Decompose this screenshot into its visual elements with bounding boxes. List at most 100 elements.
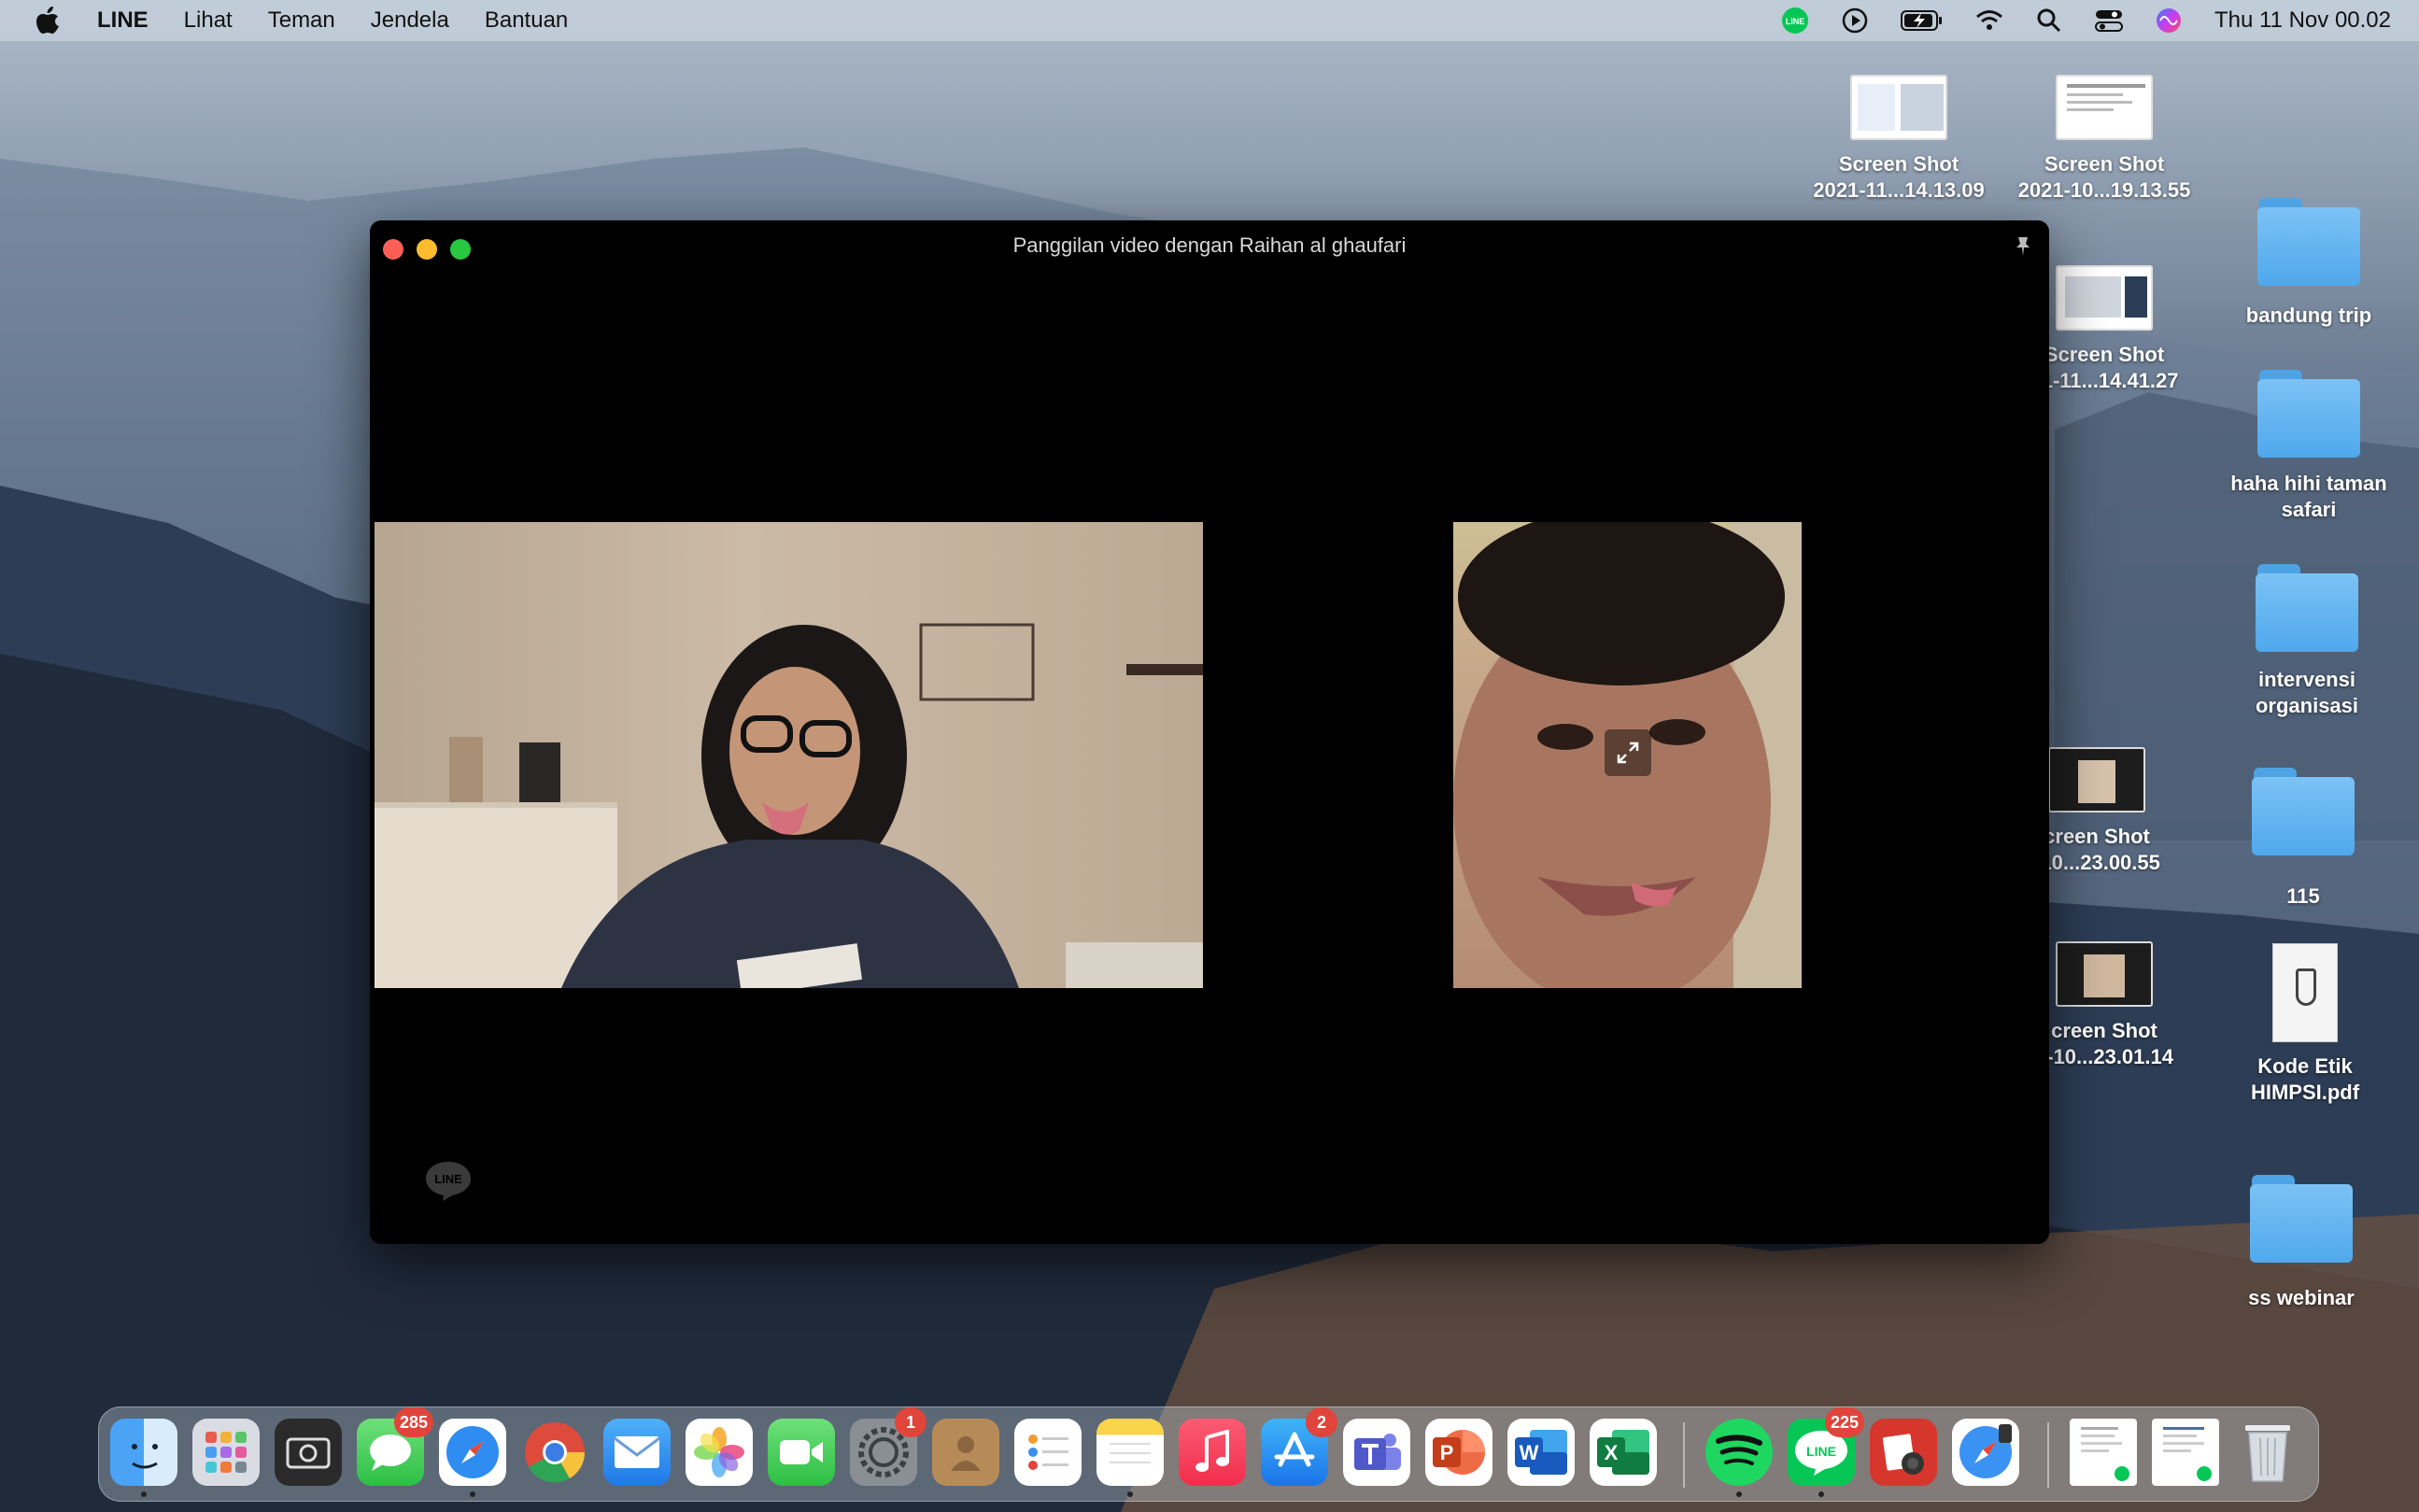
dock-mail[interactable] — [603, 1419, 671, 1486]
desktop-item-label: Kode Etik — [2257, 1054, 2353, 1078]
trash-icon — [2245, 1425, 2290, 1482]
spotify-icon — [1716, 1434, 1762, 1465]
dock-separator — [2047, 1422, 2049, 1488]
remote-video-frame — [375, 623, 1203, 988]
desktop-item-label: bandung trip — [2245, 304, 2372, 327]
dock-line[interactable]: LINE 225 — [1788, 1407, 1864, 1497]
dock-facetime[interactable] — [768, 1419, 835, 1486]
pin-icon[interactable] — [2014, 235, 2032, 258]
battery-icon[interactable] — [1900, 7, 1944, 35]
screenshot-thumbnail — [2056, 265, 2153, 331]
checklist-icon — [1028, 1434, 1068, 1470]
pdf-file-icon — [2272, 943, 2338, 1042]
line-logo-icon: LINE — [426, 1162, 471, 1201]
desktop-item-label: ss webinar — [2248, 1286, 2355, 1309]
dock-photo-booth[interactable] — [1870, 1419, 1937, 1486]
dock-trash[interactable] — [2234, 1419, 2301, 1486]
desktop-folder-haha-hihi[interactable]: haha hihi taman safari — [2206, 370, 2412, 523]
line-status-icon[interactable]: LINE — [1781, 7, 1809, 35]
menu-jendela[interactable]: Jendela — [371, 7, 449, 34]
excel-letter: X — [1605, 1441, 1619, 1464]
desktop-pdf-kode-etik[interactable]: Kode Etik HIMPSI.pdf — [2202, 943, 2408, 1106]
desktop-screenshot-2[interactable]: Screen Shot 2021-10...19.13.55 — [2002, 75, 2207, 204]
folder-icon — [2257, 370, 2360, 458]
folder-icon — [2256, 564, 2358, 652]
menu-bar: LINE Lihat Teman Jendela Bantuan LINE Th… — [0, 0, 2419, 41]
screenshot-thumbnail — [1850, 75, 1947, 140]
dock-launchpad[interactable] — [192, 1419, 260, 1486]
dock-contacts[interactable] — [932, 1419, 999, 1486]
window-title: Panggilan video dengan Raihan al ghaufar… — [1012, 233, 1407, 257]
spotlight-search-icon[interactable] — [2035, 7, 2063, 35]
dock-document-1[interactable] — [2070, 1419, 2137, 1486]
self-video-feed[interactable] — [1453, 522, 1802, 988]
dock-safari-tech-preview[interactable] — [1952, 1419, 2019, 1486]
powerpoint-icon: P — [1433, 1430, 1485, 1475]
window-titlebar[interactable]: Panggilan video dengan Raihan al ghaufar… — [370, 220, 2049, 273]
desktop-folder-ss-webinar[interactable]: ss webinar — [2199, 1175, 2404, 1311]
system-prefs-badge: 1 — [895, 1407, 927, 1437]
dock-chrome[interactable] — [521, 1419, 588, 1486]
desktop-folder-115[interactable]: 115 — [2200, 768, 2406, 910]
siri-icon[interactable] — [2155, 7, 2183, 35]
dock-photos[interactable] — [686, 1419, 753, 1486]
dock-messages[interactable]: 285 — [357, 1407, 433, 1486]
menu-bantuan[interactable]: Bantuan — [485, 7, 568, 34]
dock-notes[interactable] — [1096, 1419, 1164, 1497]
photos-flower-icon — [694, 1427, 744, 1477]
apple-menu-icon[interactable] — [35, 7, 60, 35]
expand-video-button[interactable] — [1605, 729, 1651, 776]
desktop-folder-bandung-trip[interactable]: bandung trip — [2206, 198, 2412, 329]
line-badge: 225 — [1824, 1407, 1864, 1437]
dock-finder[interactable] — [110, 1419, 177, 1497]
app-store-icon — [1274, 1432, 1315, 1467]
notes-lines-icon — [1110, 1443, 1151, 1463]
screenshot-thumbnail — [2048, 747, 2145, 813]
word-letter: W — [1520, 1441, 1539, 1464]
dock-music[interactable] — [1179, 1419, 1246, 1486]
camera-icon — [286, 1437, 331, 1469]
dock-reminders[interactable] — [1014, 1419, 1082, 1486]
dock-system-preferences[interactable]: 1 — [850, 1407, 927, 1486]
word-icon: W — [1515, 1430, 1567, 1475]
dock: 285 1 2 P W X LINE 225 — [98, 1406, 2319, 1502]
dock-spotify[interactable] — [1705, 1419, 1773, 1497]
desktop-item-label: safari — [2281, 498, 2337, 521]
desktop-item-label: haha hihi taman — [2230, 472, 2387, 495]
dock-separator — [1683, 1422, 1685, 1488]
chrome-icon — [525, 1422, 586, 1483]
menu-lihat[interactable]: Lihat — [184, 7, 233, 34]
desktop-folder-intervensi[interactable]: intervensi organisasi — [2204, 564, 2410, 719]
folder-icon — [2252, 768, 2355, 855]
dock-excel[interactable]: X — [1590, 1419, 1657, 1486]
menu-clock[interactable]: Thu 11 Nov 00.02 — [2214, 7, 2391, 34]
line-logo-text: LINE — [434, 1172, 462, 1186]
contact-person-icon — [951, 1436, 981, 1471]
dock-document-2[interactable] — [2152, 1419, 2219, 1486]
dock-screenshot[interactable] — [275, 1419, 342, 1486]
music-note-icon — [1195, 1430, 1229, 1472]
now-playing-icon[interactable] — [1841, 7, 1869, 35]
desktop-screenshot-1[interactable]: Screen Shot 2021-11...14.13.09 — [1796, 75, 2002, 204]
dock-app-store[interactable]: 2 — [1261, 1407, 1337, 1486]
wifi-icon[interactable] — [1975, 7, 2003, 35]
compass-icon — [446, 1426, 499, 1478]
excel-icon: X — [1597, 1430, 1649, 1475]
svg-text:LINE: LINE — [1786, 17, 1805, 26]
desktop-item-label: organisasi — [2255, 694, 2359, 717]
desktop-item-label: 2021-10...19.13.55 — [2017, 178, 2191, 202]
desktop-item-label: intervensi — [2258, 668, 2355, 691]
dock-teams[interactable] — [1343, 1419, 1410, 1486]
dock-powerpoint[interactable]: P — [1425, 1419, 1492, 1486]
app-name-menu[interactable]: LINE — [97, 7, 149, 34]
compass-icon — [1959, 1424, 2012, 1478]
remote-video-feed[interactable] — [375, 522, 1203, 988]
dock-safari[interactable] — [439, 1419, 506, 1497]
dock-word[interactable]: W — [1507, 1419, 1575, 1486]
menu-teman[interactable]: Teman — [268, 7, 335, 34]
control-center-icon[interactable] — [2094, 7, 2123, 35]
document-preview-icon — [2163, 1427, 2212, 1481]
desktop-item-label: Screen Shot — [1838, 152, 1959, 176]
folder-icon — [2257, 198, 2360, 286]
screenshot-thumbnail — [2056, 75, 2153, 140]
